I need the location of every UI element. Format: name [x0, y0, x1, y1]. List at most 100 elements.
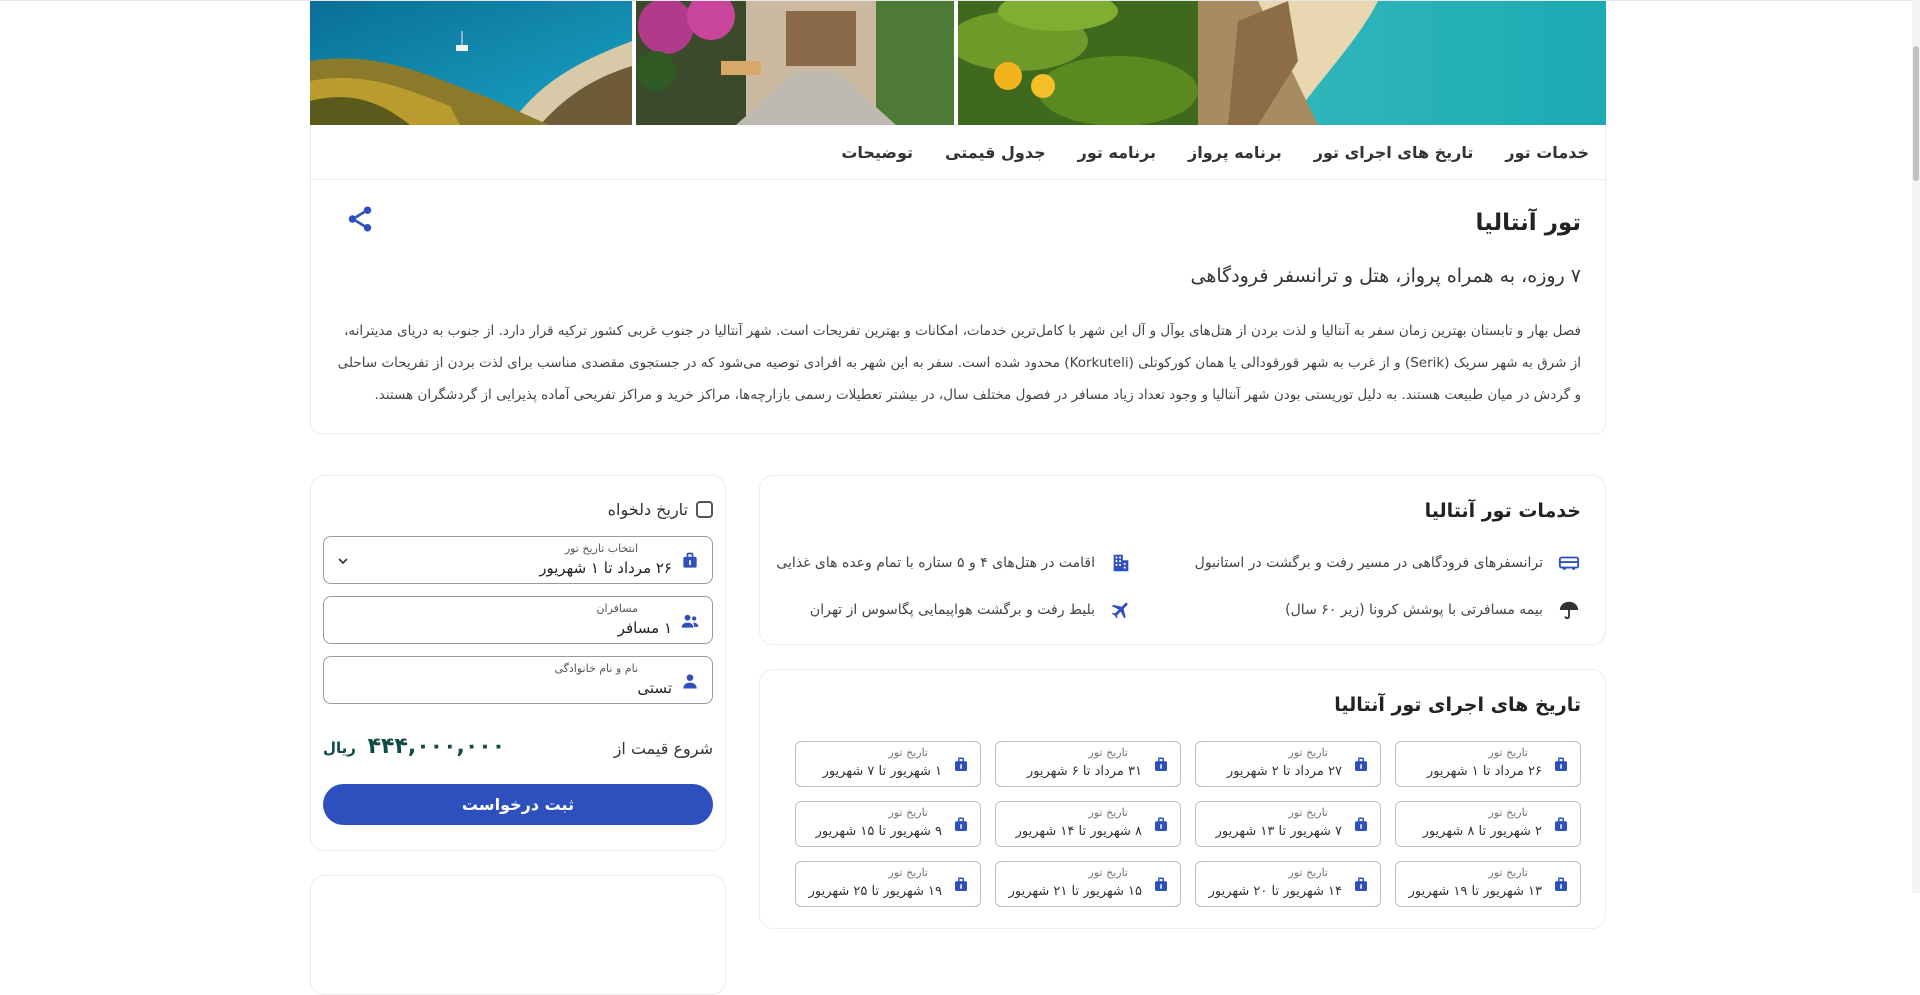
scrollbar-thumb[interactable]: [1913, 46, 1919, 181]
tour-date-option-label: تاریخ تور: [888, 746, 928, 759]
price-value: ۴۴۴,۰۰۰,۰۰۰ ریال: [323, 734, 505, 759]
tour-date-label: انتخاب تاریخ تور: [564, 542, 638, 555]
tour-date-option[interactable]: تاریخ تور ۳۱ مرداد تا ۶ شهریور: [995, 741, 1181, 787]
tour-date-option-label: تاریخ تور: [888, 806, 928, 819]
tour-date-option[interactable]: تاریخ تور ۷ شهریور تا ۱۳ شهریور: [1195, 801, 1381, 847]
tour-date-option-label: تاریخ تور: [1088, 866, 1128, 879]
gallery-photo-street[interactable]: [636, 1, 954, 125]
tab-description[interactable]: توضیحات: [841, 143, 913, 162]
dates-title: تاریخ های اجرای تور آنتالیا: [1334, 694, 1581, 716]
tour-date-option[interactable]: تاریخ تور ۸ شهریور تا ۱۴ شهریور: [995, 801, 1181, 847]
tour-tabs: خدمات تور تاریخ های اجرای تور برنامه پرو…: [310, 125, 1606, 180]
tour-date-option[interactable]: تاریخ تور ۲۷ مرداد تا ۲ شهریور: [1195, 741, 1381, 787]
tour-date-option-label: تاریخ تور: [1488, 746, 1528, 759]
tour-date-option-value: ۸ شهریور تا ۱۴ شهریور: [1015, 824, 1142, 839]
service-item: بلیط رفت و برگشت هواپیمایی پگاسوس از تهر…: [810, 598, 1133, 622]
tour-date-option-label: تاریخ تور: [1088, 746, 1128, 759]
luggage-icon: [1152, 756, 1170, 774]
full-name-label: نام و نام خانوادگی: [554, 662, 638, 675]
people-icon: [680, 611, 700, 631]
tour-date-option[interactable]: تاریخ تور ۱۹ شهریور تا ۲۵ شهریور: [795, 861, 981, 907]
service-text: بلیط رفت و برگشت هواپیمایی پگاسوس از تهر…: [809, 602, 1095, 618]
tour-date-option[interactable]: تاریخ تور ۱۴ شهریور تا ۲۰ شهریور: [1195, 861, 1381, 907]
tour-date-option-value: ۱۹ شهریور تا ۲۵ شهریور: [808, 884, 942, 899]
custom-date-checkbox[interactable]: [696, 501, 713, 518]
tour-date-value: ۲۶ مرداد تا ۱ شهریور: [539, 559, 672, 577]
luggage-icon: [1552, 756, 1570, 774]
service-item: اقامت در هتل‌های ۴ و ۵ ستاره با تمام وعد…: [776, 551, 1133, 575]
chevron-down-icon[interactable]: [336, 553, 350, 567]
booking-card: تاریخ دلخواه انتخاب تاریخ تور ۲۶ مرداد ت…: [310, 475, 726, 851]
service-item: ترانسفرهای فرودگاهی در مسیر رفت و برگشت …: [1195, 551, 1581, 575]
person-icon: [680, 671, 700, 691]
luggage-icon: [1152, 876, 1170, 894]
share-icon[interactable]: [345, 204, 375, 234]
full-name-value: تستی: [637, 679, 672, 697]
luggage-icon: [1352, 756, 1370, 774]
tour-date-option-value: ۳۱ مرداد تا ۶ شهریور: [1026, 764, 1142, 779]
tour-date-option-value: ۲ شهریور تا ۸ شهریور: [1422, 824, 1542, 839]
tour-date-option-value: ۱۴ شهریور تا ۲۰ شهریور: [1208, 884, 1342, 899]
luggage-icon: [952, 756, 970, 774]
luggage-icon: [1552, 876, 1570, 894]
tour-date-option-value: ۱۳ شهریور تا ۱۹ شهریور: [1408, 884, 1542, 899]
tour-date-option-label: تاریخ تور: [1088, 806, 1128, 819]
tour-subtitle: ۷ روزه، به همراه پرواز، هتل و ترانسفر فر…: [1190, 265, 1581, 287]
gallery-photo-coast[interactable]: [310, 1, 632, 125]
tour-date-option-value: ۷ شهریور تا ۱۳ شهریور: [1215, 824, 1342, 839]
tour-date-option-value: ۱ شهریور تا ۷ شهریور: [822, 764, 942, 779]
gallery-photo-castle-beach[interactable]: [958, 1, 1606, 125]
tour-date-option-label: تاریخ تور: [888, 866, 928, 879]
tour-date-option-value: ۲۶ مرداد تا ۱ شهریور: [1426, 764, 1542, 779]
tab-services[interactable]: خدمات تور: [1505, 143, 1589, 162]
dates-card: تاریخ های اجرای تور آنتالیا تاریخ تور ۲۶ …: [759, 669, 1606, 929]
luggage-icon: [1552, 816, 1570, 834]
tour-date-option-label: تاریخ تور: [1288, 806, 1328, 819]
price-amount: ۴۴۴,۰۰۰,۰۰۰: [367, 734, 506, 759]
tour-date-option[interactable]: تاریخ تور ۱ شهریور تا ۷ شهریور: [795, 741, 981, 787]
submit-request-button[interactable]: ثبت درخواست: [323, 784, 713, 825]
page-scrollbar[interactable]: [1912, 0, 1920, 893]
tour-date-option-label: تاریخ تور: [1488, 806, 1528, 819]
price-label: شروع قیمت از: [613, 739, 713, 758]
tour-gallery: [310, 1, 1606, 125]
tour-date-option[interactable]: تاریخ تور ۱۳ شهریور تا ۱۹ شهریور: [1395, 861, 1581, 907]
secondary-card: [310, 875, 726, 995]
airplane-icon: [1109, 598, 1133, 622]
luggage-icon: [952, 876, 970, 894]
service-text: ترانسفرهای فرودگاهی در مسیر رفت و برگشت …: [1194, 555, 1543, 571]
full-name-field[interactable]: نام و نام خانوادگی تستی: [323, 656, 713, 704]
tour-date-select[interactable]: انتخاب تاریخ تور ۲۶ مرداد تا ۱ شهریور: [323, 536, 713, 584]
tab-itinerary[interactable]: برنامه تور: [1078, 143, 1156, 162]
tour-description: فصل بهار و تابستان بهترین زمان سفر به آن…: [337, 323, 1581, 403]
tour-date-option-value: ۹ شهریور تا ۱۵ شهریور: [815, 824, 942, 839]
luggage-icon: [1152, 816, 1170, 834]
service-item: بیمه مسافرتی با پوشش کرونا (زیر ۶۰ سال): [1285, 598, 1581, 622]
umbrella-icon: [1557, 598, 1581, 622]
luggage-icon: [1352, 876, 1370, 894]
tour-date-option-label: تاریخ تور: [1488, 866, 1528, 879]
tour-intro: تور آنتالیا ۷ روزه، به همراه پرواز، هتل …: [310, 180, 1606, 434]
price-unit: ریال: [323, 739, 356, 757]
tour-title: تور آنتالیا: [1475, 210, 1581, 236]
tab-dates[interactable]: تاریخ های اجرای تور: [1314, 143, 1474, 162]
bus-icon: [1557, 551, 1581, 575]
tour-date-option-value: ۱۵ شهریور تا ۲۱ شهریور: [1008, 884, 1142, 899]
custom-date-option[interactable]: تاریخ دلخواه: [608, 500, 713, 519]
tour-date-option-value: ۲۷ مرداد تا ۲ شهریور: [1226, 764, 1342, 779]
tour-date-option-label: تاریخ تور: [1288, 746, 1328, 759]
luggage-icon: [1352, 816, 1370, 834]
tour-date-option[interactable]: تاریخ تور ۱۵ شهریور تا ۲۱ شهریور: [995, 861, 1181, 907]
tour-date-option[interactable]: تاریخ تور ۲۶ مرداد تا ۱ شهریور: [1395, 741, 1581, 787]
luggage-icon: [952, 816, 970, 834]
passengers-field[interactable]: مسافران ۱ مسافر: [323, 596, 713, 644]
tab-flight-schedule[interactable]: برنامه پرواز: [1188, 143, 1282, 162]
service-text: اقامت در هتل‌های ۴ و ۵ ستاره با تمام وعد…: [776, 555, 1095, 571]
passengers-value: ۱ مسافر: [617, 619, 672, 637]
tour-date-option[interactable]: تاریخ تور ۲ شهریور تا ۸ شهریور: [1395, 801, 1581, 847]
tour-date-option[interactable]: تاریخ تور ۹ شهریور تا ۱۵ شهریور: [795, 801, 981, 847]
services-title: خدمات تور آنتالیا: [1424, 500, 1581, 522]
service-text: بیمه مسافرتی با پوشش کرونا (زیر ۶۰ سال): [1285, 602, 1543, 618]
tab-price-table[interactable]: جدول قیمتی: [945, 143, 1046, 162]
luggage-icon: [680, 551, 700, 571]
